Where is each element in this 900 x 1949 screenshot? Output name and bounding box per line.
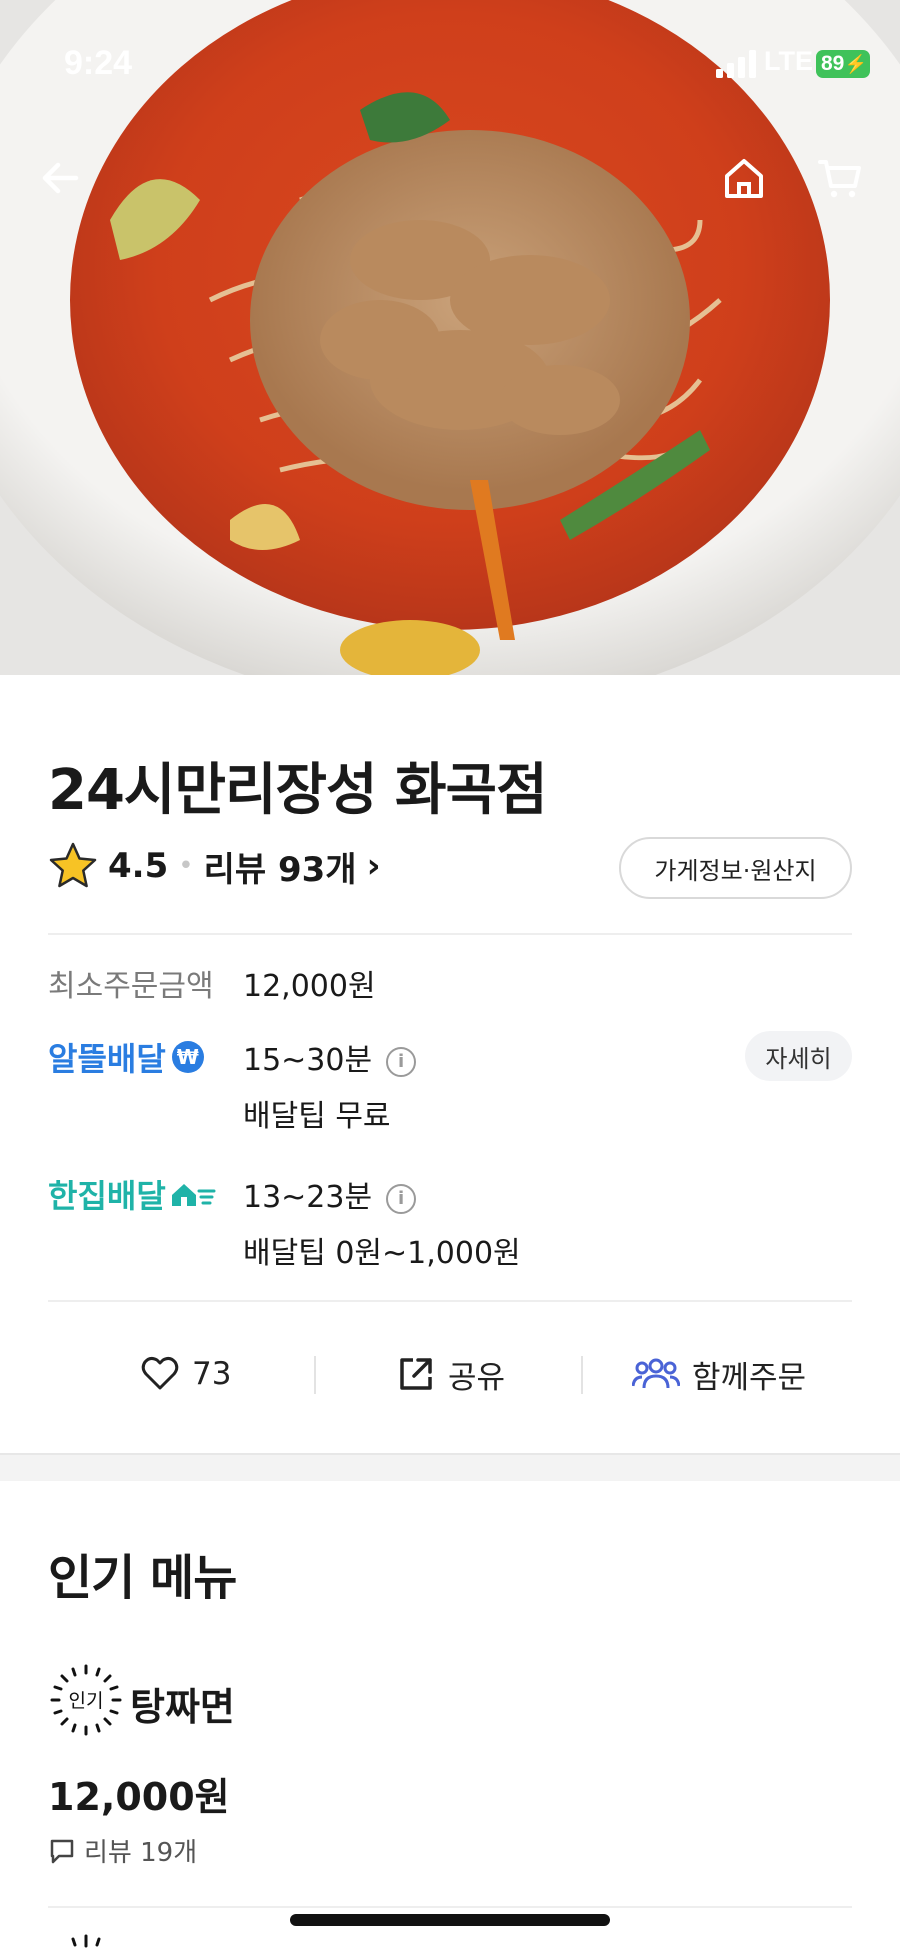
divider [48,1906,852,1908]
separator [314,1356,316,1394]
section-divider [0,1453,900,1481]
store-hero-photo: 9:24 LTE 89 ⚡ [0,0,900,675]
network-type: LTE [764,46,813,76]
heart-icon [141,1356,179,1390]
store-info-origin-button[interactable]: 가게정보·원산지 [619,837,852,899]
separator-dot: • [178,851,194,881]
home-button[interactable] [712,146,776,210]
menu-item-name[interactable]: 탕짜면 [130,1676,235,1731]
thrifty-delivery-brand: 알뜰배달 ₩ [48,1034,204,1080]
share-icon [400,1358,432,1390]
star-icon [49,842,97,888]
single-delivery-time-text: 13~23분 [243,1180,373,1215]
won-coin-icon: ₩ [171,1041,204,1073]
chevron-right-icon: › [366,846,381,886]
thrifty-delivery-label: 알뜰배달 [48,1040,166,1078]
cart-button[interactable] [808,146,872,210]
like-button[interactable]: 73 [140,1342,231,1406]
status-bar: 9:24 LTE 89 ⚡ [0,0,900,120]
rating-row[interactable]: 4.5 • 리뷰 93개 › [48,838,381,894]
min-order-value: 12,000원 [243,969,376,1004]
single-delivery-time: 13~23분 i [243,1172,417,1216]
home-indicator [290,1914,610,1926]
popular-badge-label: 인기 [68,1690,104,1712]
cart-icon [818,160,861,198]
back-button[interactable] [28,146,92,210]
group-order-label: 함께주문 [692,1359,807,1396]
share-button[interactable]: 공유 [396,1342,505,1406]
popular-menu-title: 인기 메뉴 [48,1550,237,1606]
separator [581,1356,583,1394]
status-time: 9:24 [64,44,133,82]
action-bar: 73 공유 함께주문 [48,1342,852,1406]
group-order-button[interactable]: 함께주문 [632,1342,806,1406]
store-name: 24시만리장성 화곡점 [48,758,548,823]
single-delivery-label: 한집배달 [48,1177,166,1215]
delivery-detail-button[interactable]: 자세히 [745,1031,852,1081]
battery-level: 89 [821,52,845,75]
next-item-badge-peek [48,1928,108,1949]
popular-badge: 인기 [48,1662,124,1738]
signal-icon [716,50,756,78]
single-delivery-tip: 배달팁 0원~1,000원 [243,1236,521,1271]
min-order-label: 최소주문금액 [48,969,214,1004]
rating-value: 4.5 [108,846,169,886]
thrifty-delivery-time: 15~30분 i [243,1035,417,1079]
battery-indicator: 89 ⚡ [816,50,870,78]
arrow-left-icon [42,162,79,194]
group-people-icon [632,1358,680,1389]
popular-burst-icon [71,1934,101,1948]
menu-item-reviews: 리뷰 19개 [48,1832,197,1869]
menu-item-price: 12,000원 [48,1775,230,1819]
home-icon [725,159,763,198]
like-count: 73 [192,1356,232,1392]
share-label: 공유 [448,1359,506,1396]
info-icon[interactable]: i [386,1046,417,1077]
single-delivery-brand: 한집배달 [48,1171,216,1217]
divider [48,933,852,935]
info-icon[interactable]: i [386,1183,417,1214]
thrifty-delivery-time-text: 15~30분 [243,1043,373,1078]
review-count-link[interactable]: 리뷰 93개 [204,842,357,891]
menu-item-review-count: 리뷰 19개 [84,1838,198,1868]
charging-bolt-icon: ⚡ [844,54,867,74]
comment-icon [50,1839,74,1863]
thrifty-delivery-tip: 배달팁 무료 [243,1099,391,1134]
house-speed-icon [171,1184,216,1206]
divider [48,1300,852,1302]
